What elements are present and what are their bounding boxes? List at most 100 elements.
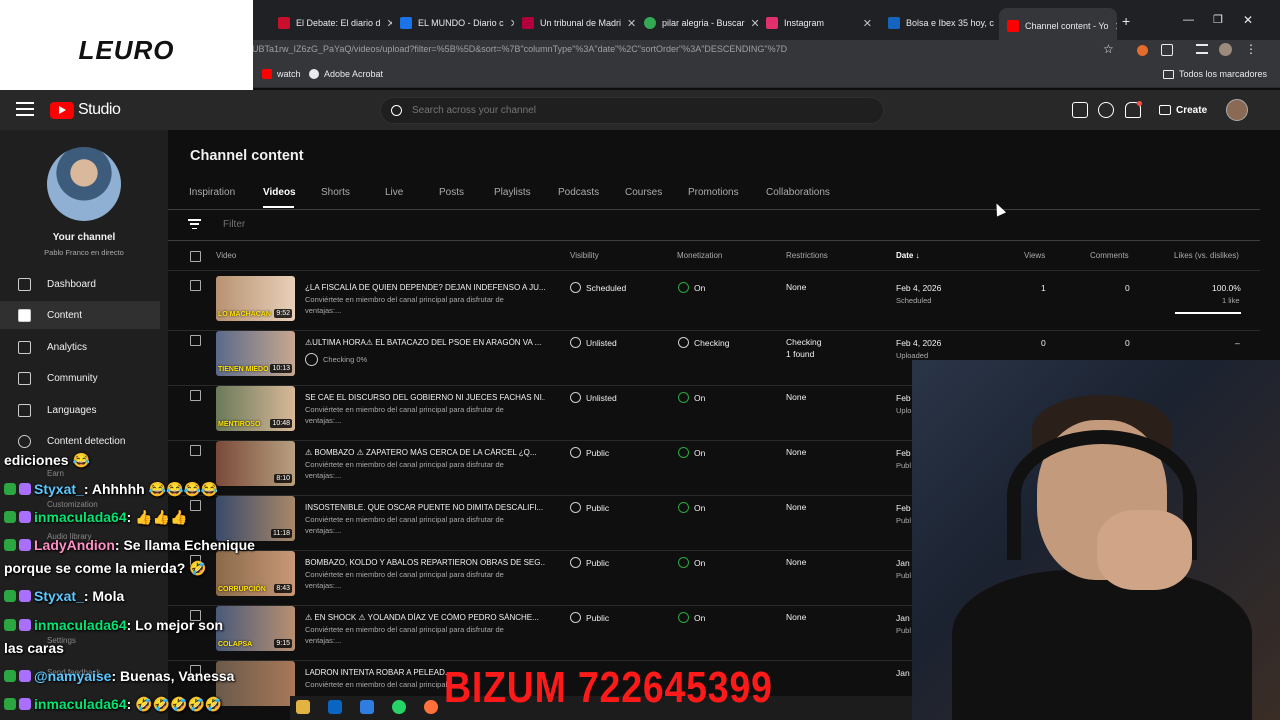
- studio-logo[interactable]: Studio: [50, 101, 121, 119]
- column-header-monetization[interactable]: Monetization: [677, 251, 722, 260]
- row-checkbox[interactable]: [190, 280, 201, 291]
- close-tab-icon[interactable]: ✕: [751, 17, 758, 30]
- monetization-cell[interactable]: On: [678, 612, 705, 623]
- bookmark-watch[interactable]: watch: [262, 69, 301, 79]
- visibility-cell[interactable]: Unlisted: [570, 337, 617, 348]
- visibility-cell[interactable]: Public: [570, 502, 609, 513]
- search-input[interactable]: [412, 105, 832, 116]
- app-icon[interactable]: [360, 700, 374, 714]
- browser-menu-icon[interactable]: ⋮: [1245, 42, 1257, 56]
- url-field[interactable]: UBTa1rw_IZ6zG_PaYaQ/videos/upload?filter…: [252, 44, 1112, 54]
- extension-icon[interactable]: [1137, 45, 1148, 56]
- visibility-cell[interactable]: Public: [570, 612, 609, 623]
- chat-username[interactable]: inmaculada64: [34, 617, 127, 633]
- close-tab-icon[interactable]: ✕: [863, 17, 872, 30]
- tab-collaborations[interactable]: Collaborations: [766, 187, 830, 198]
- monetization-cell[interactable]: Checking: [678, 337, 729, 348]
- sidebar-item-dashboard[interactable]: Dashboard: [0, 270, 160, 298]
- close-tab-icon[interactable]: ✕: [627, 17, 636, 30]
- filter-icon[interactable]: [188, 219, 201, 229]
- all-bookmarks[interactable]: Todos los marcadores: [1163, 69, 1267, 79]
- video-title[interactable]: INSOSTENIBLE. QUE OSCAR PUENTE NO DIMITA…: [305, 503, 545, 512]
- whatsapp-icon[interactable]: [392, 700, 406, 714]
- close-tab-icon[interactable]: ✕: [1115, 20, 1117, 33]
- visibility-cell[interactable]: Unlisted: [570, 392, 617, 403]
- video-title[interactable]: ⚠ULTIMA HORA⚠ EL BATACAZO DEL PSOE EN AR…: [305, 338, 545, 347]
- column-header-views[interactable]: Views: [1024, 251, 1045, 260]
- filter-input[interactable]: Filter: [223, 219, 245, 230]
- tab-courses[interactable]: Courses: [625, 187, 662, 198]
- visibility-cell[interactable]: Public: [570, 557, 609, 568]
- tab-live[interactable]: Live: [385, 187, 403, 198]
- monetization-cell[interactable]: On: [678, 447, 705, 458]
- sidebar-item-content-detection[interactable]: Content detection: [0, 427, 160, 455]
- chat-username[interactable]: inmaculada64: [34, 509, 127, 525]
- column-header-restrictions[interactable]: Restrictions: [786, 251, 828, 260]
- extensions-puzzle-icon[interactable]: [1161, 44, 1173, 56]
- messages-icon[interactable]: [1072, 102, 1088, 118]
- video-title[interactable]: BOMBAZO, KOLDO Y ABALOS REPARTIERON OBRA…: [305, 558, 545, 567]
- browser-tab[interactable]: EL MUNDO - Diario c✕: [392, 8, 514, 38]
- bookmark-star-icon[interactable]: ☆: [1103, 42, 1114, 56]
- tab-shorts[interactable]: Shorts: [321, 187, 350, 198]
- search-bar[interactable]: [380, 97, 884, 124]
- sidebar-item-community[interactable]: Community: [0, 364, 160, 392]
- monetization-cell[interactable]: On: [678, 392, 705, 403]
- row-checkbox[interactable]: [190, 335, 201, 346]
- create-button[interactable]: Create: [1153, 99, 1213, 121]
- browser-tab[interactable]: Instagram ✕: [758, 8, 880, 38]
- column-header-visibility[interactable]: Visibility: [570, 251, 599, 260]
- sidebar-item-languages[interactable]: Languages: [0, 396, 160, 424]
- column-header-likes[interactable]: Likes (vs. dislikes): [1174, 251, 1239, 260]
- browser-tab[interactable]: El Debate: El diario d ✕: [270, 8, 392, 38]
- chat-username[interactable]: Styxat_: [34, 481, 84, 497]
- firefox-icon[interactable]: [424, 700, 438, 714]
- profile-avatar-icon[interactable]: [1219, 43, 1232, 56]
- browser-tab-active[interactable]: Channel content - Yo ✕: [999, 8, 1117, 44]
- video-thumbnail[interactable]: LO MACHACAN 9:52: [216, 276, 295, 321]
- tab-inspiration[interactable]: Inspiration: [189, 187, 235, 198]
- hamburger-menu-icon[interactable]: [16, 100, 34, 118]
- visibility-cell[interactable]: Scheduled: [570, 282, 626, 293]
- tab-promotions[interactable]: Promotions: [688, 187, 739, 198]
- monetization-cell[interactable]: On: [678, 282, 705, 293]
- tab-posts[interactable]: Posts: [439, 187, 464, 198]
- video-title[interactable]: ⚠ BOMBAZO ⚠ ZAPATERO MÁS CERCA DE LA CÁR…: [305, 448, 545, 457]
- tab-videos[interactable]: Videos: [263, 187, 296, 198]
- account-avatar[interactable]: [1226, 99, 1248, 121]
- channel-avatar[interactable]: [47, 147, 121, 221]
- chat-username[interactable]: @namyaise: [34, 668, 111, 684]
- media-control-icon[interactable]: [1196, 44, 1208, 54]
- video-title[interactable]: SE CAE EL DISCURSO DEL GOBIERNO NI JUECE…: [305, 393, 545, 402]
- column-header-date[interactable]: Date ↓: [896, 251, 920, 260]
- browser-tab[interactable]: Bolsa e Ibex 35 hoy, c✕: [880, 8, 998, 38]
- sidebar-item-analytics[interactable]: Analytics: [0, 333, 160, 361]
- new-tab-icon[interactable]: +: [1122, 13, 1130, 29]
- browser-tab[interactable]: pilar alegria - Buscar ✕: [636, 8, 758, 38]
- monetization-cell[interactable]: On: [678, 557, 705, 568]
- bookmark-adobe[interactable]: Adobe Acrobat: [309, 69, 383, 79]
- help-icon[interactable]: [1098, 102, 1114, 118]
- restore-icon[interactable]: ❐: [1213, 13, 1223, 26]
- monetization-cell[interactable]: On: [678, 502, 705, 513]
- outlook-icon[interactable]: [328, 700, 342, 714]
- date-cell: Feb 4, 2026: [896, 283, 942, 293]
- sidebar-item-content[interactable]: Content: [0, 301, 160, 329]
- chat-username[interactable]: LadyAndion: [34, 537, 115, 553]
- chat-username[interactable]: inmaculada64: [34, 696, 127, 712]
- video-title[interactable]: ⚠ EN SHOCK ⚠ YOLANDA DÍAZ VE CÓMO PEDRO …: [305, 613, 545, 622]
- browser-tab[interactable]: Un tribunal de Madri ✕: [514, 8, 636, 38]
- video-thumbnail[interactable]: MENTIROSO 10:48: [216, 386, 295, 431]
- visibility-cell[interactable]: Public: [570, 447, 609, 458]
- select-all-checkbox[interactable]: [190, 251, 201, 262]
- chat-username[interactable]: Styxat_: [34, 588, 84, 604]
- minimize-icon[interactable]: —: [1183, 14, 1194, 26]
- row-checkbox[interactable]: [190, 390, 201, 401]
- video-thumbnail[interactable]: TIENEN MIEDO 10:13: [216, 331, 295, 376]
- tab-playlists[interactable]: Playlists: [494, 187, 531, 198]
- video-title[interactable]: ¿LA FISCALÍA DE QUIEN DEPENDE? DEJAN IND…: [305, 283, 545, 292]
- column-header-comments[interactable]: Comments: [1090, 251, 1129, 260]
- visibility-icon: [570, 612, 581, 623]
- close-window-icon[interactable]: ✕: [1243, 13, 1253, 27]
- tab-podcasts[interactable]: Podcasts: [558, 187, 599, 198]
